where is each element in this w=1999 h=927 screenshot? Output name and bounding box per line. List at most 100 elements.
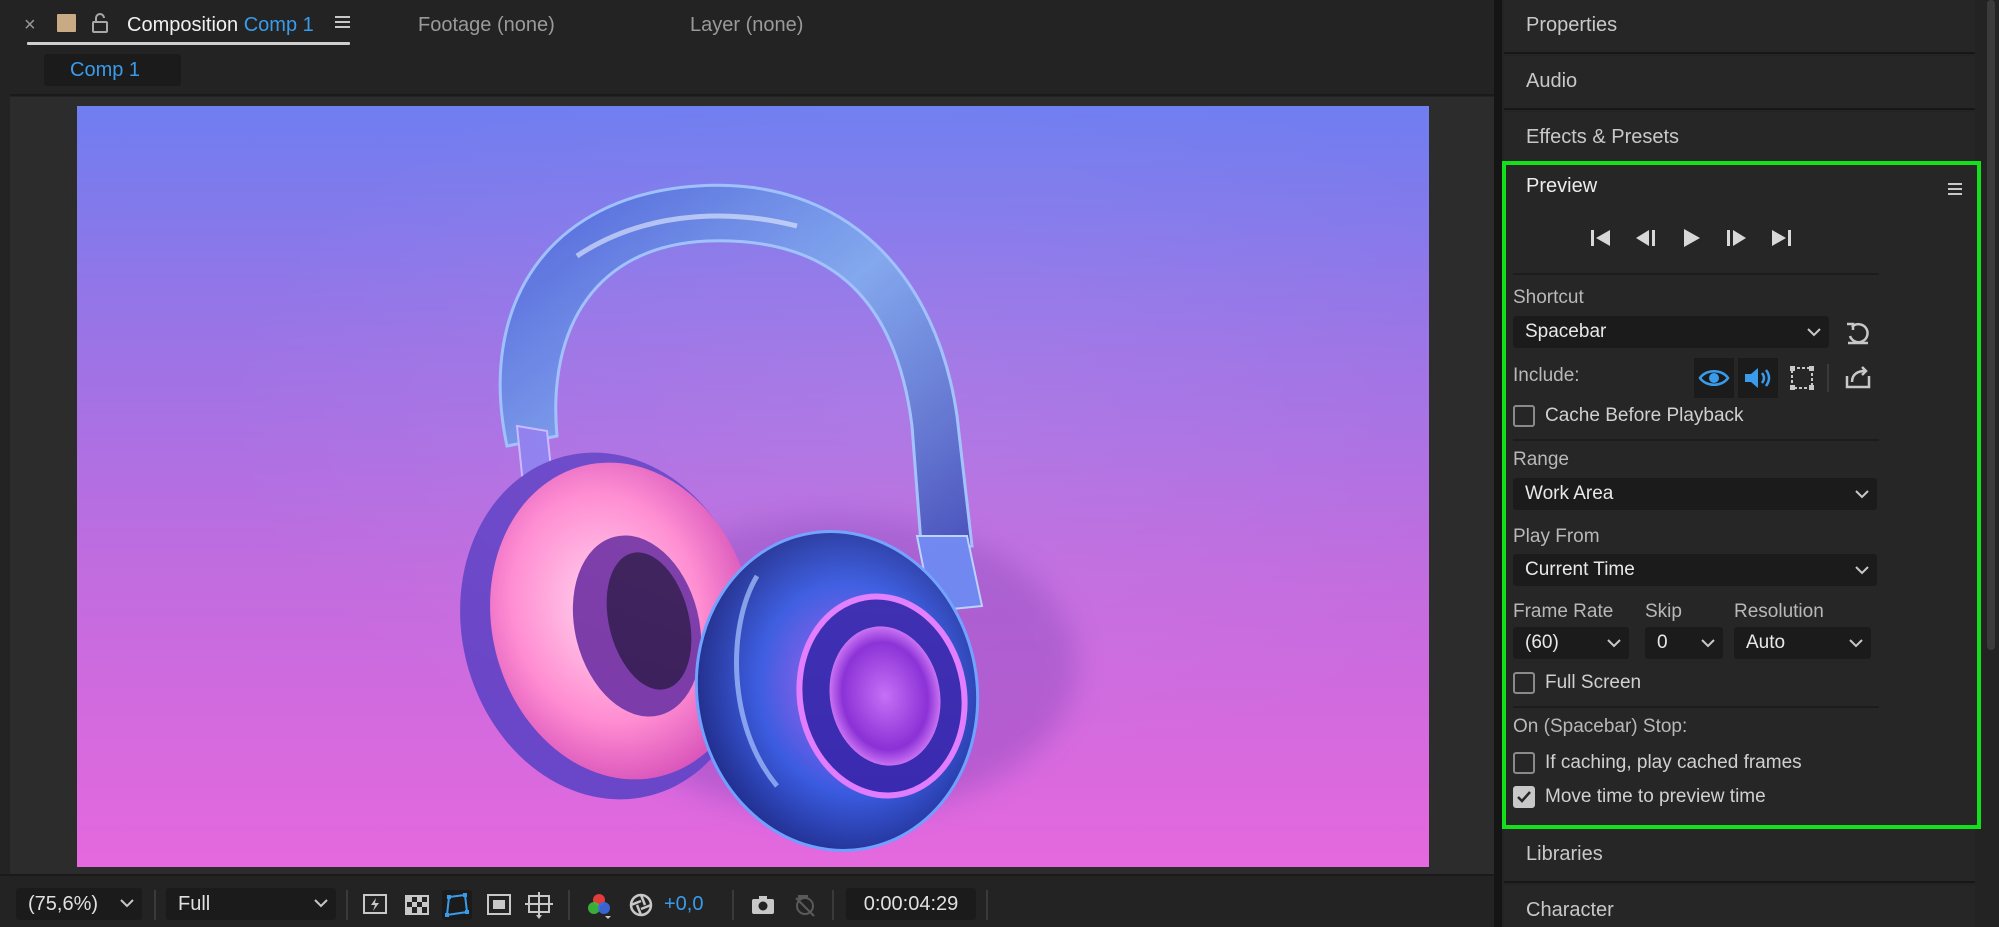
panel-scrollbar[interactable]: [1987, 0, 1995, 650]
last-frame-icon[interactable]: [1766, 225, 1796, 251]
transparency-grid-icon[interactable]: [402, 890, 432, 920]
separator: [154, 890, 156, 920]
shortcut-dropdown[interactable]: Spacebar: [1513, 316, 1829, 348]
resolution-dropdown[interactable]: Full: [166, 888, 336, 920]
lock-icon[interactable]: [90, 12, 110, 34]
tab-layer[interactable]: Layer (none): [690, 10, 803, 40]
hamburger-menu-icon[interactable]: [334, 12, 352, 32]
include-audio-speaker-icon[interactable]: [1738, 358, 1778, 398]
headphones-image: [460, 183, 1077, 852]
separator: [732, 890, 734, 920]
panel-menu-icon[interactable]: [1947, 181, 1963, 197]
character-title: Character: [1526, 899, 1614, 921]
shortcut-value: Spacebar: [1525, 321, 1607, 342]
next-frame-icon[interactable]: [1721, 225, 1751, 251]
chevron-down-icon: [1855, 489, 1869, 499]
composition-canvas[interactable]: [77, 106, 1429, 867]
on-stop-label: On (Spacebar) Stop:: [1513, 716, 1688, 737]
composition-panel: × Composition Comp 1 Footage (none) Laye…: [0, 0, 1498, 927]
chevron-down-icon: [120, 898, 134, 908]
frame-rate-label: Frame Rate: [1513, 601, 1614, 622]
viewer-controls-bar: (75,6%) Full +0,0 0:00:04:29: [0, 874, 1498, 927]
include-video-eye-icon[interactable]: [1694, 358, 1734, 398]
effects-presets-panel-header[interactable]: Effects & Presets: [1504, 112, 1975, 166]
frame-rate-dropdown[interactable]: (60): [1513, 627, 1629, 659]
chevron-down-icon: [1807, 327, 1821, 337]
chevron-down-icon: [1855, 565, 1869, 575]
reset-shortcut-icon[interactable]: [1843, 318, 1873, 348]
chevron-down-icon: [1701, 638, 1715, 648]
checkbox-checked[interactable]: [1513, 786, 1535, 808]
resolution-label: Resolution: [1734, 601, 1824, 622]
fast-preview-icon[interactable]: [360, 890, 390, 920]
properties-title: Properties: [1526, 14, 1618, 36]
include-label: Include:: [1513, 365, 1580, 386]
checkbox-box[interactable]: [1513, 405, 1535, 427]
range-dropdown[interactable]: Work Area: [1513, 478, 1877, 510]
previous-frame-icon[interactable]: [1631, 225, 1661, 251]
separator: [1513, 439, 1879, 441]
range-label: Range: [1513, 449, 1569, 470]
snapshot-icon[interactable]: [748, 890, 778, 920]
chevron-down-icon: [1607, 638, 1621, 648]
breadcrumb[interactable]: Comp 1: [44, 54, 181, 86]
character-panel-header[interactable]: Character: [1504, 885, 1975, 927]
export-preview-icon[interactable]: [1843, 362, 1873, 392]
grid-guides-icon[interactable]: [524, 890, 554, 920]
preview-panel: Preview Shortcut Spacebar Include: Cache…: [1502, 161, 1981, 829]
close-tab-icon[interactable]: ×: [24, 10, 36, 40]
shortcut-label: Shortcut: [1513, 287, 1584, 308]
breadcrumb-bar: Comp 1: [10, 48, 1494, 96]
play-from-label: Play From: [1513, 526, 1600, 547]
reset-exposure-icon[interactable]: [626, 890, 656, 920]
audio-panel-header[interactable]: Audio: [1504, 56, 1975, 110]
resolution-preview-dropdown[interactable]: Auto: [1734, 627, 1871, 659]
resolution-preview-value: Auto: [1746, 632, 1786, 653]
preview-title: Preview: [1526, 175, 1598, 197]
separator: [986, 890, 988, 920]
libraries-panel-header[interactable]: Libraries: [1504, 829, 1975, 883]
range-value: Work Area: [1525, 483, 1614, 504]
separator: [346, 890, 348, 920]
skip-label: Skip: [1645, 601, 1682, 622]
include-options: [1694, 358, 1864, 398]
active-tab-underline: [27, 42, 350, 45]
cache-before-playback-label: Cache Before Playback: [1545, 405, 1744, 426]
effects-presets-title: Effects & Presets: [1526, 126, 1680, 148]
current-time-display[interactable]: 0:00:04:29: [846, 888, 976, 920]
magnification-value: (75,6%): [28, 893, 99, 915]
play-from-dropdown[interactable]: Current Time: [1513, 554, 1877, 586]
show-snapshot-icon[interactable]: [790, 890, 820, 920]
tab-footage[interactable]: Footage (none): [418, 10, 555, 40]
skip-dropdown[interactable]: 0: [1645, 627, 1723, 659]
chevron-down-icon: [1849, 638, 1863, 648]
magnification-dropdown[interactable]: (75,6%): [16, 888, 142, 920]
transport-controls: [1586, 225, 1816, 251]
if-caching-label: If caching, play cached frames: [1545, 752, 1802, 773]
region-of-interest-icon[interactable]: [484, 890, 514, 920]
frame-rate-value: (60): [1525, 632, 1559, 653]
libraries-title: Libraries: [1526, 843, 1603, 865]
move-time-label: Move time to preview time: [1545, 786, 1766, 807]
separator: [1827, 364, 1829, 392]
checkbox-box[interactable]: [1513, 672, 1535, 694]
comp-name: Comp 1: [243, 14, 314, 36]
separator: [832, 890, 834, 920]
play-icon[interactable]: [1676, 225, 1706, 251]
play-from-value: Current Time: [1525, 559, 1635, 580]
color-channels-icon[interactable]: [584, 890, 614, 920]
checkbox-box[interactable]: [1513, 752, 1535, 774]
chevron-down-icon: [314, 898, 328, 908]
properties-panel-header[interactable]: Properties: [1504, 0, 1975, 54]
include-overlays-icon[interactable]: [1782, 358, 1822, 398]
tab-title: Composition: [127, 14, 239, 36]
resolution-value: Full: [178, 893, 211, 915]
separator: [1513, 706, 1879, 708]
first-frame-icon[interactable]: [1586, 225, 1616, 251]
label-color-swatch: [57, 14, 76, 32]
panel-divider[interactable]: [1494, 0, 1502, 927]
mask-path-icon[interactable]: [442, 890, 472, 920]
panel-tab-bar: × Composition Comp 1 Footage (none) Laye…: [0, 0, 1498, 48]
composition-tab-label: Composition Comp 1: [127, 10, 314, 40]
exposure-value[interactable]: +0,0: [664, 888, 703, 920]
